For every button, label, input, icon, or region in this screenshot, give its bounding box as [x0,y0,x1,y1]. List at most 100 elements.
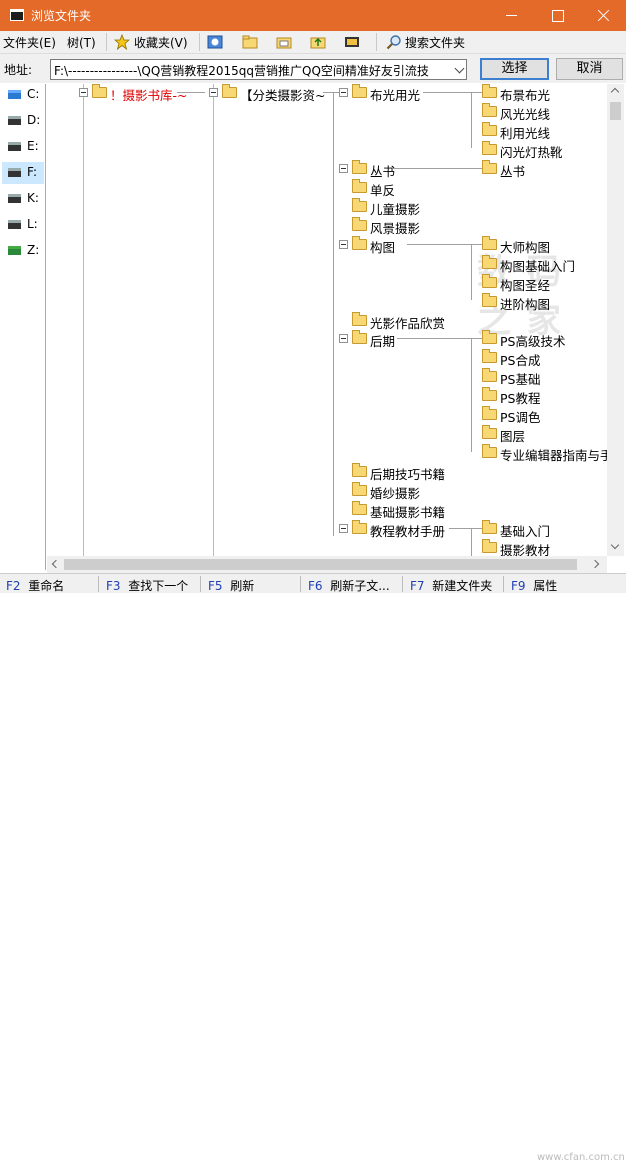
status-rename[interactable]: F2 重命名 [6,577,64,594]
scroll-up-icon[interactable] [610,87,620,97]
column-divider [83,84,84,556]
collapse-icon[interactable] [339,164,348,173]
tree-connector [471,528,472,556]
status-refresh[interactable]: F5 刷新 [208,577,254,594]
folder-icon [352,236,367,250]
menu-bar: 文件夹(E) 树(T) 收藏夹(V) 搜索文件夹 [0,31,626,53]
folder-icon [352,520,367,534]
collapse-icon[interactable] [339,88,348,97]
folder-icon [482,349,497,363]
menu-favorites[interactable]: 收藏夹(V) [134,34,188,51]
collapse-icon[interactable] [339,334,348,343]
app-icon [10,9,24,21]
tree-connector [449,528,483,529]
chevron-down-icon[interactable] [454,63,465,74]
explorer-icon[interactable] [207,34,223,50]
status-separator [98,576,99,592]
film-icon[interactable] [344,34,360,50]
window-title: 浏览文件夹 [31,9,92,23]
folder-icon [352,330,367,344]
folder-icon [352,198,367,212]
vertical-scrollbar[interactable] [607,84,624,556]
scroll-thumb[interactable] [64,559,577,570]
toolbar-separator [376,33,377,51]
folder-icon [482,520,497,534]
folder-icon [352,217,367,231]
drive-item-f[interactable]: F: [2,162,44,184]
folder-icon [352,179,367,193]
folder-up-icon[interactable] [310,34,326,50]
scroll-thumb[interactable] [610,102,621,120]
folder-tree[interactable]: 数 码 之 家 ！摄影书库-~ 【分类摄影资~ 布光用光 丛书 单反 儿童摄影 … [47,84,607,556]
scroll-down-icon[interactable] [610,540,620,550]
tree-connector [423,92,483,93]
drive-item-e[interactable]: E: [2,136,44,158]
tree-connector [471,92,472,148]
drive-item-l[interactable]: L: [2,214,44,236]
windows-drive-icon [8,90,21,99]
collapse-icon[interactable] [209,88,218,97]
title-bar: 浏览文件夹 [0,0,626,31]
status-separator [200,576,201,592]
folder-copy-icon[interactable] [276,34,292,50]
drive-item-z[interactable]: Z: [2,240,44,262]
folder-icon [352,501,367,515]
folder-icon [352,160,367,174]
folder-icon [482,160,497,174]
status-separator [402,576,403,592]
folder-icon [482,387,497,401]
star-icon[interactable] [114,34,130,50]
folder-icon [482,368,497,382]
select-button[interactable]: 选择 [480,58,549,80]
hard-drive-icon [8,116,21,125]
folder-icon [482,141,497,155]
close-button[interactable] [580,0,626,31]
maximize-button[interactable] [534,0,580,31]
collapse-icon[interactable] [339,524,348,533]
status-refresh-sub[interactable]: F6 刷新子文... [308,577,390,594]
drive-item-k[interactable]: K: [2,188,44,210]
address-bar: 地址: F:\----------------\QQ营销教程2015qq营销推广… [0,53,626,83]
hard-drive-icon [8,194,21,203]
tree-connector [393,168,483,169]
status-properties[interactable]: F9 属性 [511,577,557,594]
cancel-button[interactable]: 取消 [556,58,623,80]
status-find-next[interactable]: F3 查找下一个 [106,577,188,594]
menu-search-folder[interactable]: 搜索文件夹 [405,34,465,51]
hard-drive-icon [8,168,21,177]
column-divider [213,84,214,556]
folder-icon [482,84,497,98]
menu-tree[interactable]: 树(T) [67,34,96,51]
horizontal-scrollbar[interactable] [47,556,607,573]
tree-connector [333,92,334,536]
folder-icon [482,255,497,269]
folder-icon [222,84,237,98]
collapse-icon[interactable] [79,88,88,97]
folder-icon [352,84,367,98]
corner-watermark: www.cfan.com.cn [537,1152,625,1163]
folder-icon [482,122,497,136]
folder-icon [482,330,497,344]
drive-item-c[interactable]: C: [2,84,44,106]
folder-open-icon[interactable] [242,34,258,50]
hard-drive-icon [8,220,21,229]
folder-icon [482,274,497,288]
hard-drive-icon [8,142,21,151]
address-value: F:\----------------\QQ营销教程2015qq营销推广QQ空间… [54,64,429,78]
folder-icon [482,425,497,439]
menu-folder[interactable]: 文件夹(E) [3,34,56,51]
collapse-icon[interactable] [339,240,348,249]
status-new-folder[interactable]: F7 新建文件夹 [410,577,492,594]
minimize-button[interactable] [488,0,534,31]
folder-icon [352,312,367,326]
folder-icon [92,84,107,98]
address-combobox[interactable]: F:\----------------\QQ营销教程2015qq营销推广QQ空间… [50,59,467,80]
drive-item-d[interactable]: D: [2,110,44,132]
scroll-left-icon[interactable] [51,559,61,569]
network-drive-icon [8,246,21,255]
status-bar: F2 重命名 F3 查找下一个 F5 刷新 F6 刷新子文... F7 新建文件… [0,573,626,1163]
folder-icon [482,103,497,117]
folder-icon [352,482,367,496]
search-icon[interactable] [386,34,402,50]
scroll-right-icon[interactable] [590,559,600,569]
